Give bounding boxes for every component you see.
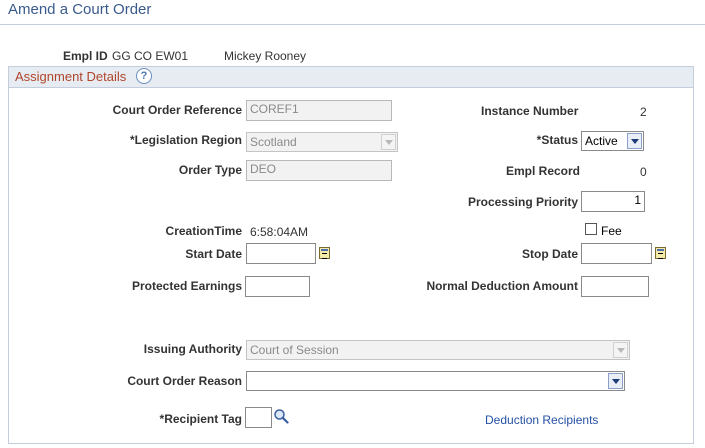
empl-record-value: 0 [640, 165, 647, 179]
order-type-label: Order Type [178, 163, 242, 177]
normal-deduction-amount-field[interactable] [581, 276, 649, 297]
processing-priority-label: Processing Priority [467, 195, 578, 209]
status-value: Active [585, 134, 618, 148]
instance-number-label: Instance Number [481, 104, 579, 118]
stop-date-label: Stop Date [521, 247, 578, 261]
instance-number-value: 2 [640, 105, 647, 119]
chevron-down-icon[interactable] [627, 133, 642, 149]
chevron-down-icon[interactable] [608, 373, 623, 389]
start-date-field[interactable] [246, 243, 316, 264]
title-divider [0, 24, 705, 25]
fee-label: Fee [601, 224, 622, 238]
legislation-region-label: *Legislation Region [129, 133, 242, 147]
calendar-icon[interactable] [655, 247, 666, 259]
empl-id-label: Empl ID [63, 49, 108, 63]
court-order-reason-label: Court Order Reason [127, 374, 242, 388]
order-type-field: DEO [246, 160, 392, 181]
status-label: *Status [536, 133, 578, 147]
start-date-label: Start Date [185, 247, 242, 261]
issuing-authority-value: Court of Session [250, 343, 339, 357]
legislation-region-select: Scotland [246, 132, 398, 152]
recipient-tag-field[interactable] [245, 407, 272, 428]
court-order-reference-label: Court Order Reference [112, 103, 242, 117]
creation-time-value: 6:58:04AM [250, 225, 309, 239]
empl-record-label: Empl Record [506, 164, 581, 178]
normal-deduction-amount-label: Normal Deduction Amount [426, 279, 578, 293]
issuing-authority-label: Issuing Authority [143, 342, 242, 356]
fee-checkbox[interactable] [585, 223, 597, 235]
protected-earnings-field[interactable] [245, 276, 310, 297]
processing-priority-field[interactable]: 1 [581, 191, 645, 212]
protected-earnings-label: Protected Earnings [131, 279, 242, 293]
recipient-tag-label: *Recipient Tag [159, 412, 242, 426]
court-order-reference-field: COREF1 [246, 100, 392, 121]
creation-time-label: CreationTime [165, 224, 242, 238]
lookup-icon[interactable] [273, 408, 289, 424]
page-title: Amend a Court Order [8, 1, 152, 18]
empl-id-value: GG CO EW01 [112, 49, 189, 63]
calendar-icon[interactable] [319, 247, 330, 259]
chevron-down-icon [613, 342, 628, 358]
stop-date-field[interactable] [581, 243, 652, 264]
chevron-down-icon [381, 134, 396, 150]
legislation-region-value: Scotland [250, 135, 297, 149]
deduction-recipients-link[interactable]: Deduction Recipients [485, 413, 598, 427]
status-select[interactable]: Active [581, 131, 644, 151]
help-icon[interactable]: ? [136, 68, 152, 84]
assignment-details-title: Assignment Details [15, 69, 127, 84]
employee-name: Mickey Rooney [224, 49, 307, 63]
issuing-authority-select: Court of Session [246, 340, 630, 360]
court-order-reason-select[interactable] [246, 371, 625, 391]
